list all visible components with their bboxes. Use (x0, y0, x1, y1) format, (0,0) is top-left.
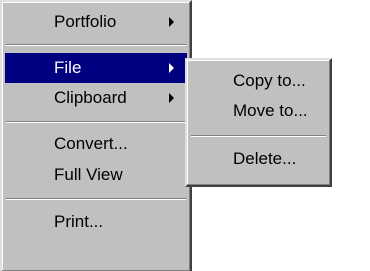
menu-item-label: Move to... (233, 101, 308, 120)
menu-separator (6, 121, 186, 123)
menu-item-label: Full View (54, 165, 123, 184)
menu-separator (191, 135, 326, 137)
menu-item-label: Portfolio (54, 12, 117, 31)
submenu-item-delete[interactable]: Delete... (190, 144, 327, 174)
submenu-arrow-icon (169, 93, 174, 103)
menu-item-portfolio[interactable]: Portfolio (5, 7, 187, 37)
menu-separator (6, 44, 186, 46)
menu-item-full-view[interactable]: Full View (5, 160, 187, 190)
submenu-item-move-to[interactable]: Move to... (190, 96, 327, 126)
menu-item-print[interactable]: Print... (5, 207, 187, 237)
menu-item-label: File (54, 58, 82, 77)
menu-item-label: Convert... (54, 134, 128, 153)
submenu-arrow-icon (169, 17, 174, 27)
menu-item-convert[interactable]: Convert... (5, 129, 187, 159)
submenu-item-copy-to[interactable]: Copy to... (190, 66, 327, 96)
screen: Portfolio File Clipboard Convert... Full… (0, 0, 370, 271)
menu-item-clipboard[interactable]: Clipboard (5, 83, 187, 113)
menu-item-label: Clipboard (54, 88, 127, 107)
submenu-arrow-icon (169, 63, 174, 73)
menu-item-label: Copy to... (233, 71, 306, 90)
menu-separator (6, 198, 186, 200)
menu-item-label: Print... (54, 212, 104, 231)
context-menu: Portfolio File Clipboard Convert... Full… (0, 0, 192, 271)
menu-item-label: Delete... (233, 149, 297, 168)
file-submenu: Copy to... Move to... Delete... (185, 58, 332, 187)
menu-item-file[interactable]: File (5, 53, 187, 83)
